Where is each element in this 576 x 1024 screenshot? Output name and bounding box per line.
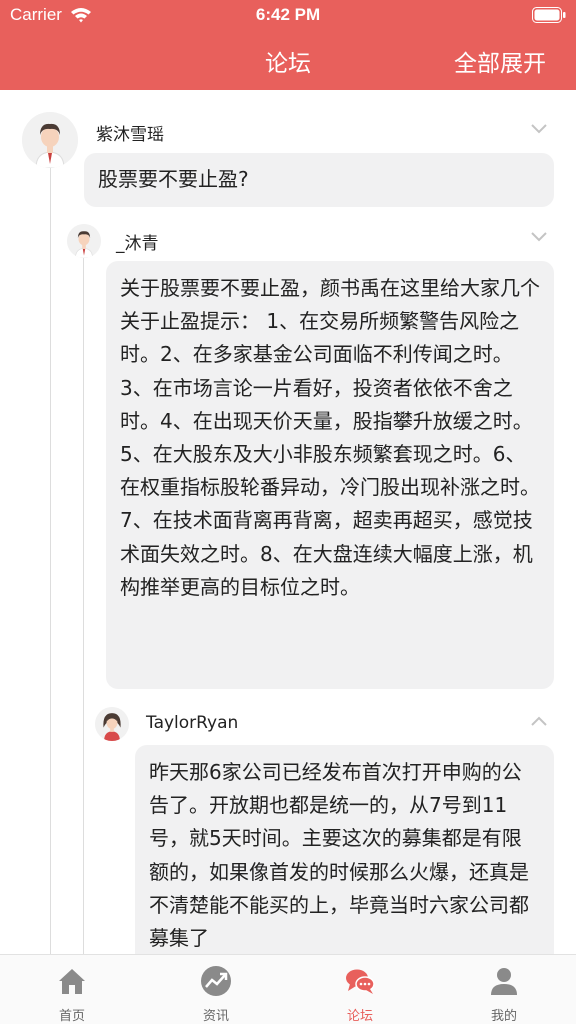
tab-news[interactable]: 资讯	[144, 955, 288, 1024]
thread-list[interactable]: 紫沐雪瑶 股票要不要止盈? _沐青 关于股票要不要止盈，颜书禹在这里给大家几个关…	[0, 90, 576, 954]
trend-icon	[201, 966, 231, 996]
post-bubble: 股票要不要止盈?	[84, 153, 554, 207]
tab-label: 论坛	[346, 1009, 373, 1024]
post-bubble: 昨天那6家公司已经发布首次打开申购的公告了。开放期也都是统一的，从7号到11号，…	[135, 745, 554, 954]
thread-line	[83, 258, 84, 954]
tab-me[interactable]: 我的	[432, 955, 576, 1024]
user-icon	[491, 968, 517, 995]
female-avatar	[95, 707, 129, 741]
tab-home[interactable]: 首页	[0, 955, 144, 1024]
tab-label: 首页	[58, 1009, 85, 1024]
chat-icon	[346, 969, 375, 994]
tab-forum[interactable]: 论坛	[288, 955, 432, 1024]
post-bubble: 关于股票要不要止盈，颜书禹在这里给大家几个关于止盈提示： 1、在交易所频繁警告风…	[106, 261, 554, 689]
avatar[interactable]	[67, 224, 101, 258]
thread-line	[50, 167, 51, 954]
header-bar: Carrier 6:42 PM 论坛 全部展开	[0, 0, 576, 90]
clock: 6:42 PM	[255, 5, 321, 24]
avatar[interactable]	[95, 707, 129, 741]
username: 紫沐雪瑶	[96, 125, 164, 145]
expand-all-button[interactable]: 全部展开	[454, 44, 546, 78]
username: TaylorRyan	[146, 713, 239, 733]
battery-icon	[532, 7, 566, 23]
username: _沐青	[116, 234, 159, 254]
male-avatar	[67, 224, 101, 258]
tab-bar: 首页 资讯 论坛 我的	[0, 954, 576, 1024]
avatar[interactable]	[22, 112, 78, 168]
status-bar: Carrier 6:42 PM	[0, 0, 576, 32]
post-text: 昨天那6家公司已经发布首次打开申购的公告了。开放期也都是统一的，从7号到11号，…	[149, 760, 529, 951]
home-icon	[59, 969, 85, 994]
tab-label: 我的	[490, 1009, 517, 1024]
post-text: 关于股票要不要止盈，颜书禹在这里给大家几个关于止盈提示： 1、在交易所频繁警告风…	[120, 276, 540, 599]
post-text: 股票要不要止盈?	[98, 167, 249, 191]
chevron-up-icon[interactable]	[531, 716, 547, 726]
tab-label: 资讯	[202, 1009, 229, 1024]
chevron-down-icon[interactable]	[531, 124, 547, 134]
male-avatar	[22, 112, 78, 168]
chevron-down-icon[interactable]	[531, 232, 547, 242]
